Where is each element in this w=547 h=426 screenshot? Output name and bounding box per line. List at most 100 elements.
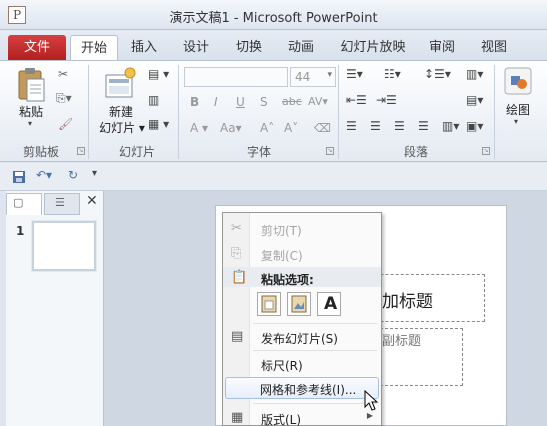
align-center-icon[interactable]: ☰ xyxy=(370,119,381,133)
clipboard-group-label: 剪贴板 xyxy=(22,145,59,159)
group-divider xyxy=(88,65,89,159)
columns-icon[interactable]: ▥▾ xyxy=(442,119,459,133)
save-icon[interactable] xyxy=(12,170,26,184)
paste-dropdown-icon[interactable]: ▾ xyxy=(28,119,32,128)
cut-icon[interactable]: ✂ xyxy=(58,67,68,81)
format-painter-icon[interactable]: 🖌 xyxy=(58,117,73,131)
paragraph-group-label: 段落 xyxy=(403,145,428,159)
tab-view[interactable]: 视图 xyxy=(474,35,514,60)
line-spacing-icon[interactable]: ↕☰▾ xyxy=(424,67,451,81)
font-size-combo[interactable]: 44 ▾ xyxy=(290,67,336,87)
tab-animations[interactable]: 动画 xyxy=(281,35,321,60)
menu-item-label: 版式(L) xyxy=(261,413,302,426)
new-slide-label-2[interactable]: 幻灯片 ▾ xyxy=(94,119,150,136)
paragraph-launcher-icon[interactable]: ↘ xyxy=(482,147,490,155)
grow-font-icon[interactable]: A˄ xyxy=(260,121,274,135)
menu-item-grid-and-guides[interactable]: 网格和参考线(I)... xyxy=(225,377,379,399)
menu-item-label: 剪切(T) xyxy=(261,224,302,238)
customize-qat-icon[interactable]: ▾ xyxy=(92,168,97,179)
italic-icon[interactable]: I xyxy=(214,95,218,109)
paste-use-destination-theme-button[interactable] xyxy=(257,292,281,316)
redo-icon[interactable]: ↻ xyxy=(68,168,78,182)
quick-access-toolbar: ↶▾ ↻ ▾ xyxy=(0,163,547,191)
align-left-icon[interactable]: ☰ xyxy=(346,119,357,133)
paste-picture-button[interactable] xyxy=(287,292,311,316)
change-case-icon[interactable]: Aa▾ xyxy=(220,121,242,135)
bold-icon[interactable]: B xyxy=(190,95,199,109)
numbering-icon[interactable]: ☷▾ xyxy=(384,67,401,81)
tab-file[interactable]: 文件 xyxy=(8,35,66,60)
slide-number: 1 xyxy=(16,224,25,238)
menu-item-layout[interactable]: ▦ 版式(L) ▶ xyxy=(225,407,379,426)
copy-icon: ⎘ xyxy=(231,246,242,261)
menu-item-label: 网格和参考线(I)... xyxy=(260,383,357,397)
slides-group-label: 幻灯片 xyxy=(118,145,155,159)
close-pane-icon[interactable]: ✕ xyxy=(86,193,98,209)
align-text-icon[interactable]: ▤▾ xyxy=(466,93,483,107)
font-name-combo[interactable] xyxy=(184,67,288,87)
reset-icon[interactable]: ▥ xyxy=(148,93,159,107)
drawing-dropdown-icon[interactable]: ▾ xyxy=(514,117,518,126)
underline-icon[interactable]: U xyxy=(236,95,245,109)
group-divider xyxy=(338,65,339,159)
drawing-label[interactable]: 绘图 xyxy=(500,101,536,118)
drawing-icon[interactable] xyxy=(504,67,532,95)
font-color-icon[interactable]: A ▾ xyxy=(190,121,208,135)
menu-item-label: 标尺(R) xyxy=(261,359,303,373)
menu-item-ruler[interactable]: 标尺(R) xyxy=(225,353,379,375)
group-divider xyxy=(494,65,495,159)
ribbon-tab-row: 文件 开始 插入 设计 切换 动画 幻灯片放映 审阅 视图 xyxy=(0,30,547,60)
menu-separator xyxy=(253,403,377,404)
chevron-down-icon[interactable]: ▾ xyxy=(327,70,332,80)
clipboard-launcher-icon[interactable]: ↘ xyxy=(77,147,85,155)
text-direction-icon[interactable]: ▥▾ xyxy=(466,67,483,81)
char-spacing-icon[interactable]: AV▾ xyxy=(308,95,328,108)
menu-separator xyxy=(253,323,377,324)
tab-review[interactable]: 审阅 xyxy=(422,35,462,60)
increase-indent-icon[interactable]: ⇥☰ xyxy=(376,93,397,107)
strikethrough-icon[interactable]: abc xyxy=(282,95,302,108)
slide-thumb-icon: ▢ xyxy=(13,196,24,209)
layout-icon[interactable]: ▤ ▾ xyxy=(148,67,169,81)
submenu-arrow-icon: ▶ xyxy=(366,411,373,420)
group-divider xyxy=(178,65,179,159)
outline-tab[interactable]: ☰ xyxy=(44,193,80,215)
menu-item-paste-options: 📋 粘贴选项: xyxy=(225,267,379,289)
shrink-font-icon[interactable]: A˅ xyxy=(284,121,298,135)
decrease-indent-icon[interactable]: ⇤☰ xyxy=(346,93,367,107)
tab-home[interactable]: 开始 xyxy=(70,35,118,60)
undo-icon[interactable]: ↶▾ xyxy=(36,168,52,182)
slide-thumbnail[interactable] xyxy=(32,221,96,271)
menu-item-publish-slides[interactable]: ▤ 发布幻灯片(S) xyxy=(225,326,379,348)
window-title: 演示文稿1 - Microsoft PowerPoint xyxy=(169,11,378,26)
mouse-cursor-icon xyxy=(364,390,378,411)
shadow-icon[interactable]: S xyxy=(260,95,268,109)
cut-icon: ✂ xyxy=(231,221,242,236)
smartart-icon[interactable]: ▣▾ xyxy=(466,119,483,133)
font-size-value: 44 xyxy=(295,70,311,84)
tab-slideshow[interactable]: 幻灯片放映 xyxy=(336,35,410,60)
menu-item-label: 复制(C) xyxy=(261,249,303,263)
menu-item-copy[interactable]: ⎘ 复制(C) xyxy=(225,243,379,265)
paste-button-label[interactable]: 粘贴 xyxy=(8,103,54,120)
slides-tab[interactable]: ▢ xyxy=(6,193,42,215)
font-launcher-icon[interactable]: ↘ xyxy=(326,147,334,155)
new-slide-label-1[interactable]: 新建 xyxy=(98,103,144,120)
section-icon[interactable]: ▦ ▾ xyxy=(148,117,169,131)
title-placeholder-text: 加标题 xyxy=(382,292,433,312)
tab-insert[interactable]: 插入 xyxy=(124,35,164,60)
align-right-icon[interactable]: ☰ xyxy=(394,119,405,133)
menu-item-cut[interactable]: ✂ 剪切(T) xyxy=(225,218,379,240)
outline-icon: ☰ xyxy=(55,196,65,209)
bullets-icon[interactable]: ☰▾ xyxy=(346,67,363,81)
tab-design[interactable]: 设计 xyxy=(176,35,216,60)
paste-text-only-button[interactable]: A xyxy=(317,292,341,316)
new-slide-icon[interactable] xyxy=(104,67,136,101)
clear-format-icon[interactable]: ⌫ xyxy=(314,121,331,135)
copy-icon[interactable]: ⎘▾ xyxy=(56,91,72,106)
paste-icon[interactable] xyxy=(16,67,46,103)
tab-transitions[interactable]: 切换 xyxy=(229,35,269,60)
context-menu: ✂ 剪切(T) ⎘ 复制(C) 📋 粘贴选项: A ▤ 发布幻灯片(S) 标尺(… xyxy=(222,212,382,426)
justify-icon[interactable]: ☰ xyxy=(418,119,429,133)
menu-item-label: 发布幻灯片(S) xyxy=(261,332,338,346)
